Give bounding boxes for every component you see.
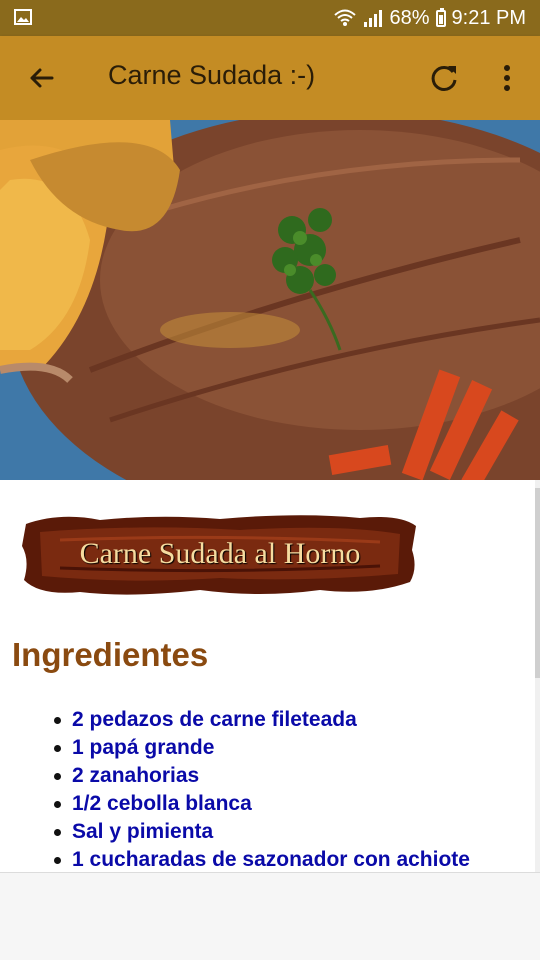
status-bar: 68% 9:21 PM xyxy=(0,0,540,36)
recipe-banner: Carne Sudada al Horno xyxy=(20,510,420,598)
ingredients-heading: Ingredientes xyxy=(12,636,209,673)
signal-icon xyxy=(364,10,383,27)
list-item: 1 cucharadas de sazonador con achiote xyxy=(54,846,470,872)
page-title: Carne Sudada :-) xyxy=(108,60,316,90)
list-item: 2 pedazos de carne fileteada xyxy=(54,706,470,734)
app-bar: Carne Sudada :-) xyxy=(0,36,540,120)
image-icon xyxy=(14,9,32,25)
recipe-photo xyxy=(0,120,540,480)
clock: 9:21 PM xyxy=(451,6,526,29)
recipe-banner-title: Carne Sudada al Horno xyxy=(79,537,361,570)
scrollbar-thumb[interactable] xyxy=(535,488,540,678)
list-item: 2 zanahorias xyxy=(54,762,470,790)
bottom-panel xyxy=(0,872,540,960)
status-indicators: 68% 9:21 PM xyxy=(333,6,526,30)
wifi-icon xyxy=(334,9,357,26)
refresh-icon[interactable] xyxy=(424,58,464,98)
recipe-content: Carne Sudada al Horno Ingredientes 2 ped… xyxy=(0,480,540,872)
list-item: Sal y pimienta xyxy=(54,818,470,846)
list-item: 1/2 cebolla blanca xyxy=(54,790,470,818)
battery-icon xyxy=(435,7,446,27)
list-item: 1 papá grande xyxy=(54,734,470,762)
more-vert-icon[interactable] xyxy=(490,58,524,98)
ingredients-list: 2 pedazos de carne fileteada 1 papá gran… xyxy=(54,706,470,872)
back-arrow-icon[interactable] xyxy=(22,58,62,98)
scrollbar[interactable] xyxy=(535,480,540,872)
battery-percent: 68% xyxy=(389,6,430,29)
